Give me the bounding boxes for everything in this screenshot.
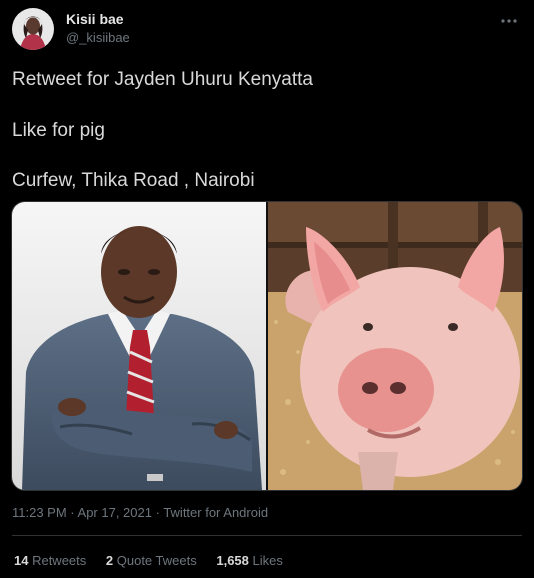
tweet-time[interactable]: 11:23 PM — [12, 505, 67, 520]
more-horizontal-icon — [501, 19, 517, 23]
author-name[interactable]: Kisii bae — [66, 11, 124, 27]
pig-photo[interactable] — [268, 202, 522, 490]
quote-tweets-label: Quote Tweets — [113, 553, 197, 568]
retweets-stat[interactable]: 14 Retweets — [14, 553, 86, 568]
avatar[interactable] — [12, 8, 54, 50]
retweets-count: 14 — [14, 553, 29, 568]
meta-separator: · — [66, 505, 78, 520]
tweet-header: Kisii bae @_kisiibae — [12, 8, 522, 54]
quote-tweets-stat[interactable]: 2 Quote Tweets — [106, 553, 197, 568]
politician-image — [12, 202, 266, 490]
meta-separator: · — [151, 505, 164, 520]
likes-stat[interactable]: 1,658 Likes — [216, 553, 283, 568]
more-options-button[interactable] — [498, 10, 520, 32]
avatar-image — [12, 8, 54, 50]
tweet-text-line-1: Retweet for Jayden Uhuru Kenyatta — [12, 69, 314, 90]
tweet-media — [11, 201, 523, 491]
divider — [12, 535, 522, 536]
tweet-client[interactable]: Twitter for Android — [163, 505, 268, 520]
tweet-stats: 14 Retweets 2 Quote Tweets 1,658 Likes — [14, 553, 299, 568]
tweet-meta: 11:23 PM · Apr 17, 2021 · Twitter for An… — [12, 505, 268, 520]
author-handle[interactable]: @_kisiibae — [66, 30, 130, 45]
pig-image — [268, 202, 522, 490]
tweet-date[interactable]: Apr 17, 2021 — [78, 505, 152, 520]
retweets-label: Retweets — [28, 553, 87, 568]
likes-label: Likes — [248, 553, 283, 568]
tweet: Kisii bae @_kisiibae Retweet for Jayden … — [0, 0, 534, 578]
tweet-text-line-2: Like for pig — [12, 120, 105, 141]
politician-photo[interactable] — [12, 202, 266, 490]
tweet-text-line-3: Curfew, Thika Road , Nairobi — [12, 170, 255, 191]
likes-count: 1,658 — [216, 553, 249, 568]
